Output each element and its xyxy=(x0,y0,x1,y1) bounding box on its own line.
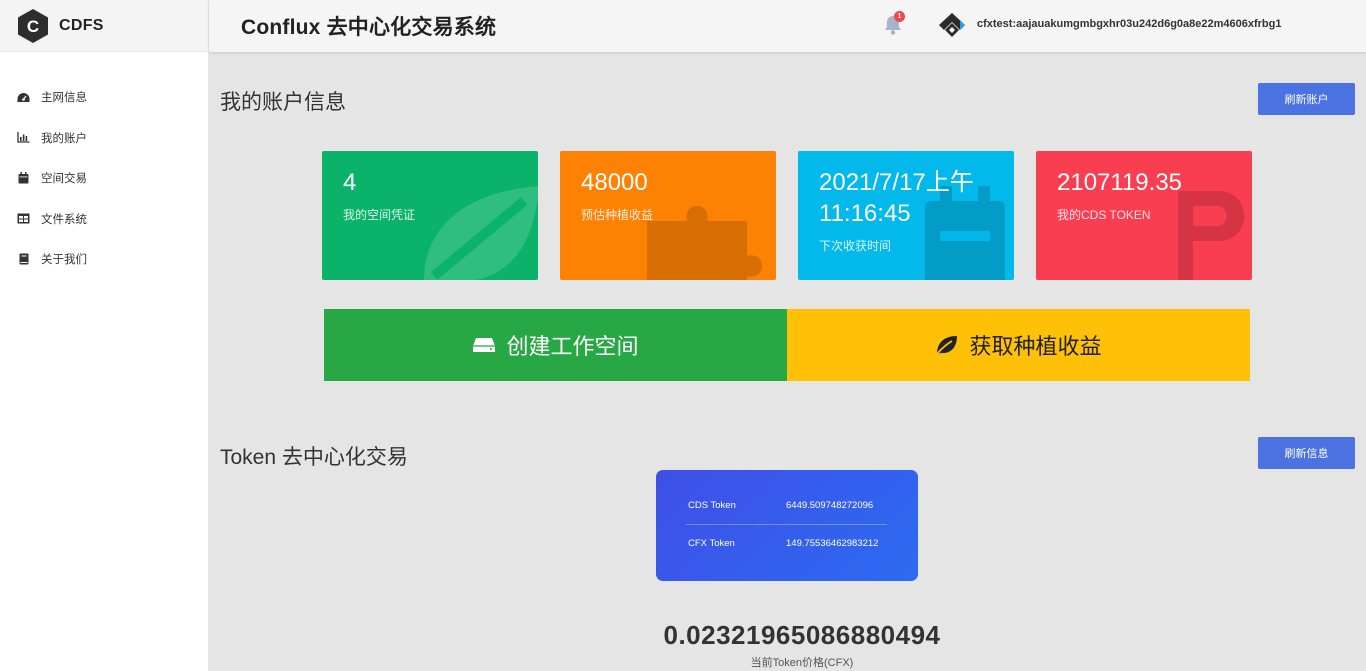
create-workspace-button[interactable]: 创建工作空间 xyxy=(324,309,787,381)
account-section-title: 我的账户信息 xyxy=(220,91,346,114)
token-balance-panel: CDS Token 6449.509748272096 CFX Token 14… xyxy=(656,470,918,581)
token-section-title: Token 去中心化交易 xyxy=(220,446,408,469)
hdd-icon xyxy=(472,337,496,353)
stat-value: 4 xyxy=(343,169,357,196)
brand-name: CDFS xyxy=(59,16,104,34)
sidebar-item-mainnet-info[interactable]: 主网信息 xyxy=(0,77,208,118)
sidebar-item-label: 主网信息 xyxy=(41,92,87,105)
refresh-info-button[interactable]: 刷新信息 xyxy=(1258,437,1355,469)
sidebar-item-file-system[interactable]: 文件系统 xyxy=(0,199,208,240)
token-price: 0.02321965086880494 xyxy=(663,620,941,650)
stat-value: 48000 xyxy=(581,169,648,196)
token-row: CFX Token 149.75536462983212 xyxy=(688,525,887,562)
sidebar-nav: 主网信息 我的账户 空间交易 文件系统 关于我们 xyxy=(0,77,208,280)
stat-value-date: 2021/7/17上午 xyxy=(819,169,974,196)
token-price-label: 当前Token价格(CFX) xyxy=(750,657,854,669)
page-title: Conflux 去中心化交易系统 xyxy=(241,16,497,39)
sidebar: C CDFS 主网信息 我的账户 空间交易 文件系统 关于我们 xyxy=(0,0,209,671)
stat-card-next-harvest: 2021/7/17上午 11:16:45 下次收获时间 xyxy=(798,151,1014,280)
claim-yield-button[interactable]: 获取种植收益 xyxy=(787,309,1250,381)
stat-card-cds-token: 2107119.35 我的CDS TOKEN xyxy=(1036,151,1252,280)
calendar-icon xyxy=(17,172,30,185)
svg-text:C: C xyxy=(27,17,39,36)
token-name: CDS Token xyxy=(688,500,736,511)
stat-card-space-credentials: 4 我的空间凭证 xyxy=(322,151,538,280)
cdfs-hexagon-logo: C xyxy=(17,8,49,44)
book-icon xyxy=(17,253,30,266)
action-label: 获取种植收益 xyxy=(969,334,1102,359)
stat-value: 2107119.35 xyxy=(1057,169,1183,196)
token-row: CDS Token 6449.509748272096 xyxy=(688,487,887,524)
dashboard-gauge-icon xyxy=(17,91,30,104)
leaf-icon xyxy=(414,181,538,280)
token-value: 6449.509748272096 xyxy=(786,500,874,511)
sidebar-item-label: 我的账户 xyxy=(41,132,87,145)
wallet-address[interactable]: cfxtest:aajauakumgmbgxhr03u242d6g0a8e22m… xyxy=(977,18,1281,30)
refresh-account-button[interactable]: 刷新账户 xyxy=(1258,83,1355,115)
stat-label: 我的空间凭证 xyxy=(343,208,416,222)
stat-label: 下次收获时间 xyxy=(819,239,892,253)
sidebar-item-my-account[interactable]: 我的账户 xyxy=(0,118,208,159)
stat-card-estimated-yield: 48000 预估种植收益 xyxy=(560,151,776,280)
stat-label: 预估种植收益 xyxy=(581,208,654,222)
notification-badge: 1 xyxy=(894,11,905,22)
top-header: Conflux 去中心化交易系统 1 cfxtest:aajauakumgmbg… xyxy=(209,0,1366,52)
sidebar-item-space-trading[interactable]: 空间交易 xyxy=(0,158,208,199)
conflux-logo xyxy=(938,11,966,41)
puzzle-icon xyxy=(642,181,776,280)
token-value: 149.75536462983212 xyxy=(786,538,879,549)
token-name: CFX Token xyxy=(688,538,735,549)
bar-chart-icon xyxy=(17,131,30,144)
sidebar-item-about-us[interactable]: 关于我们 xyxy=(0,239,208,280)
action-label: 创建工作空间 xyxy=(506,334,639,359)
table-icon xyxy=(17,212,30,225)
leaf-icon xyxy=(935,334,959,356)
sidebar-item-label: 关于我们 xyxy=(41,254,87,267)
sidebar-item-label: 空间交易 xyxy=(41,173,87,186)
stat-value-time: 11:16:45 xyxy=(819,200,911,227)
sidebar-item-label: 文件系统 xyxy=(41,213,87,226)
brand[interactable]: C CDFS xyxy=(0,0,208,52)
stat-label: 我的CDS TOKEN xyxy=(1057,208,1151,222)
